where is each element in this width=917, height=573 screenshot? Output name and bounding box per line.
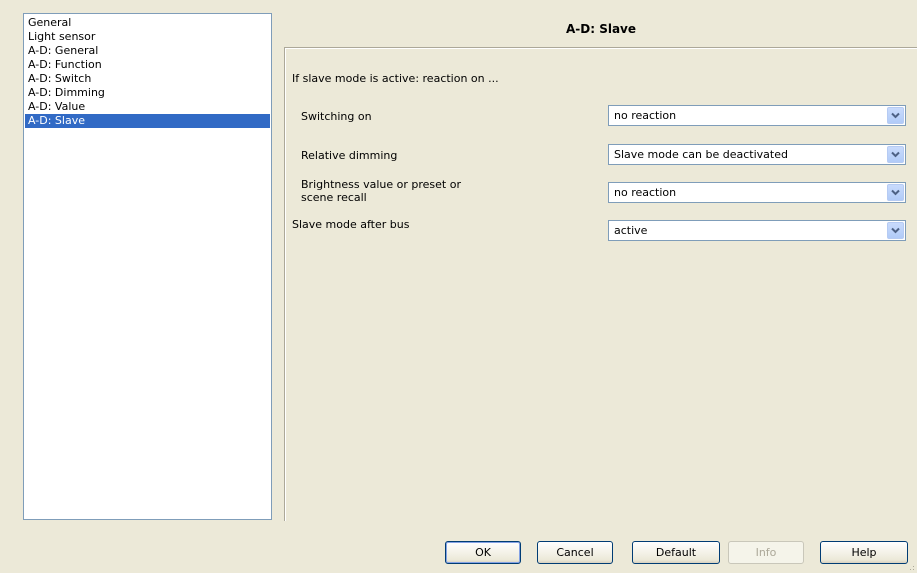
brightness-recall-label: Brightness value or preset or scene reca… bbox=[301, 178, 461, 204]
section-header: If slave mode is active: reaction on ... bbox=[292, 72, 499, 85]
info-button: Info bbox=[728, 541, 804, 564]
brightness-recall-value: no reaction bbox=[614, 186, 677, 199]
nav-item-ad-value[interactable]: A-D: Value bbox=[25, 100, 270, 114]
parameter-page-list[interactable]: General Light sensor A-D: General A-D: F… bbox=[23, 13, 272, 520]
chevron-down-icon[interactable] bbox=[887, 222, 904, 239]
chevron-down-icon[interactable] bbox=[887, 184, 904, 201]
resize-grip-icon[interactable] bbox=[907, 563, 915, 571]
nav-item-ad-dimming[interactable]: A-D: Dimming bbox=[25, 86, 270, 100]
relative-dimming-value: Slave mode can be deactivated bbox=[614, 148, 788, 161]
switching-on-value: no reaction bbox=[614, 109, 677, 122]
slave-mode-after-bus-select[interactable]: active bbox=[608, 220, 906, 241]
default-button[interactable]: Default bbox=[632, 541, 720, 564]
chevron-down-icon[interactable] bbox=[887, 146, 904, 163]
brightness-recall-label-line1: Brightness value or preset or bbox=[301, 178, 461, 191]
nav-item-ad-function[interactable]: A-D: Function bbox=[25, 58, 270, 72]
nav-item-ad-switch[interactable]: A-D: Switch bbox=[25, 72, 270, 86]
slave-mode-after-bus-label: Slave mode after bus bbox=[292, 218, 410, 231]
ok-button[interactable]: OK bbox=[445, 541, 521, 564]
switching-on-select[interactable]: no reaction bbox=[608, 105, 906, 126]
relative-dimming-select[interactable]: Slave mode can be deactivated bbox=[608, 144, 906, 165]
switching-on-label: Switching on bbox=[301, 110, 372, 123]
brightness-recall-select[interactable]: no reaction bbox=[608, 182, 906, 203]
relative-dimming-label: Relative dimming bbox=[301, 149, 398, 162]
brightness-recall-label-line2: scene recall bbox=[301, 191, 367, 204]
chevron-down-icon[interactable] bbox=[887, 107, 904, 124]
page-title: A-D: Slave bbox=[565, 22, 637, 36]
nav-item-light-sensor[interactable]: Light sensor bbox=[25, 30, 270, 44]
cancel-button[interactable]: Cancel bbox=[537, 541, 613, 564]
help-button[interactable]: Help bbox=[820, 541, 908, 564]
nav-item-general[interactable]: General bbox=[25, 16, 270, 30]
slave-mode-after-bus-value: active bbox=[614, 224, 648, 237]
nav-item-ad-general[interactable]: A-D: General bbox=[25, 44, 270, 58]
nav-item-ad-slave[interactable]: A-D: Slave bbox=[25, 114, 270, 128]
